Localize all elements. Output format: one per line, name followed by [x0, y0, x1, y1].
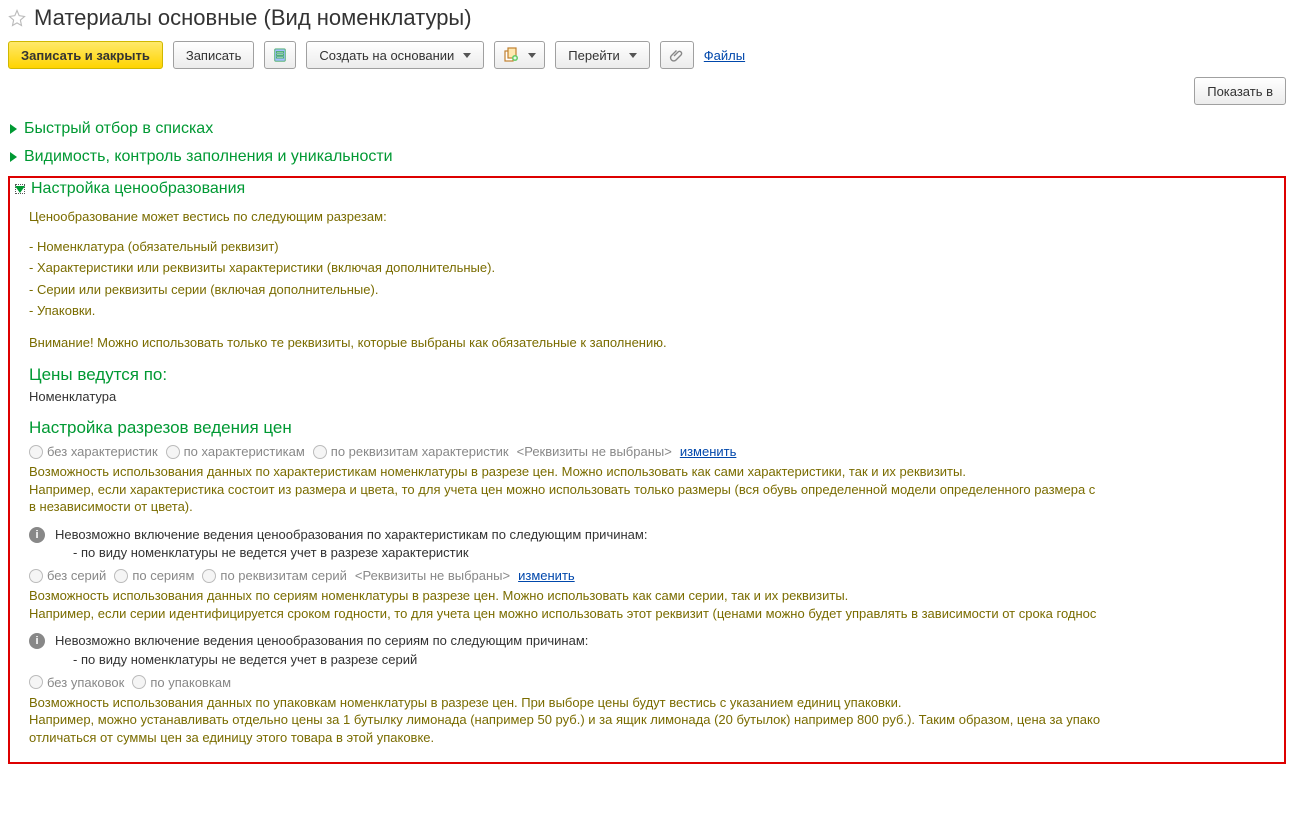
pricing-warning: Внимание! Можно использовать только те р…	[29, 334, 1279, 352]
radio-no-pack[interactable]: без упаковок	[29, 675, 124, 690]
copy-dropdown-button[interactable]	[494, 41, 545, 69]
series-info-line1: Невозможно включение ведения ценообразов…	[55, 632, 588, 650]
pricing-item: - Упаковки.	[29, 302, 1279, 320]
chevron-down-icon	[15, 184, 25, 194]
section-visibility[interactable]: Видимость, контроль заполнения и уникаль…	[8, 148, 1286, 166]
list-button[interactable]	[264, 41, 296, 69]
pricing-intro: Ценообразование может вестись по следующ…	[29, 208, 1279, 226]
radio-by-series[interactable]: по сериям	[114, 568, 194, 583]
chevron-down-icon	[629, 53, 637, 58]
toolbar: Записать и закрыть Записать Создать на о…	[8, 41, 1286, 69]
highlighted-section: Настройка ценообразования Ценообразовани…	[8, 176, 1286, 764]
create-based-button[interactable]: Создать на основании	[306, 41, 484, 69]
char-desc: Возможность использования данных по хара…	[29, 463, 1279, 516]
char-info-line2: - по виду номенклатуры не ведется учет в…	[73, 544, 647, 562]
attach-button[interactable]	[660, 41, 694, 69]
section-quick-filter[interactable]: Быстрый отбор в списках	[8, 120, 1286, 138]
info-icon: i	[29, 633, 45, 649]
radio-no-char[interactable]: без характеристик	[29, 444, 158, 459]
char-hint: <Реквизиты не выбраны>	[517, 444, 672, 459]
chevron-right-icon	[8, 124, 18, 134]
radio-by-char-props[interactable]: по реквизитам характеристик	[313, 444, 509, 459]
chevron-down-icon	[463, 53, 471, 58]
info-icon: i	[29, 527, 45, 543]
page-title: Материалы основные (Вид номенклатуры)	[34, 5, 472, 31]
series-change-link[interactable]: изменить	[518, 568, 575, 583]
radio-by-series-props[interactable]: по реквизитам серий	[202, 568, 347, 583]
prices-by-value: Номенклатура	[29, 389, 1279, 404]
chevron-down-icon	[528, 53, 536, 58]
series-desc: Возможность использования данных по сери…	[29, 587, 1279, 622]
show-all-button[interactable]: Показать в	[1194, 77, 1286, 105]
section-pricing[interactable]: Настройка ценообразования	[15, 180, 1279, 198]
char-info: i Невозможно включение ведения ценообраз…	[29, 526, 1279, 562]
save-button[interactable]: Записать	[173, 41, 255, 69]
radio-no-series[interactable]: без серий	[29, 568, 106, 583]
chevron-right-icon	[8, 152, 18, 162]
series-info: i Невозможно включение ведения ценообраз…	[29, 632, 1279, 668]
char-change-link[interactable]: изменить	[680, 444, 737, 459]
series-radio-row: без серий по сериям по реквизитам серий …	[29, 568, 1279, 583]
char-radio-row: без характеристик по характеристикам по …	[29, 444, 1279, 459]
favorite-star-icon[interactable]	[8, 9, 26, 27]
pricing-item: - Характеристики или реквизиты характери…	[29, 259, 1279, 277]
save-and-close-button[interactable]: Записать и закрыть	[8, 41, 163, 69]
series-hint: <Реквизиты не выбраны>	[355, 568, 510, 583]
prices-by-heading: Цены ведутся по:	[29, 365, 1279, 385]
pricing-item: - Номенклатура (обязательный реквизит)	[29, 238, 1279, 256]
pricing-item: - Серии или реквизиты серии (включая доп…	[29, 281, 1279, 299]
pack-radio-row: без упаковок по упаковкам	[29, 675, 1279, 690]
radio-by-pack[interactable]: по упаковкам	[132, 675, 231, 690]
pack-desc: Возможность использования данных по упак…	[29, 694, 1279, 747]
goto-button[interactable]: Перейти	[555, 41, 650, 69]
series-info-line2: - по виду номенклатуры не ведется учет в…	[73, 651, 588, 669]
char-info-line1: Невозможно включение ведения ценообразов…	[55, 526, 647, 544]
slices-heading: Настройка разрезов ведения цен	[29, 418, 1279, 438]
files-link[interactable]: Файлы	[704, 48, 745, 63]
radio-by-char[interactable]: по характеристикам	[166, 444, 305, 459]
